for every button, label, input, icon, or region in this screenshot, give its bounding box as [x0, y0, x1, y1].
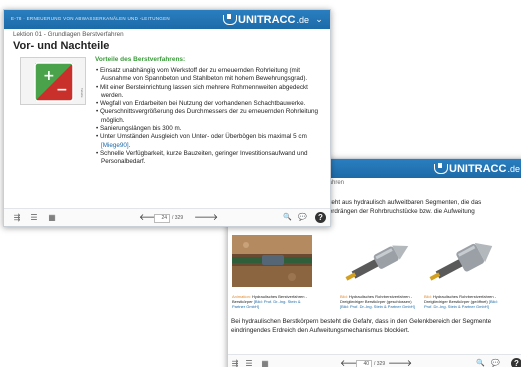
image-card-1[interactable]: Animation: Hydraulisches Berstverfahren …	[232, 235, 312, 309]
list-item: • Schnelle Verfügbarkeit, kurze Bauzeite…	[96, 149, 308, 166]
front-pager: 24 / 329	[154, 213, 183, 223]
chevron-down-icon[interactable]: ⌄	[314, 14, 324, 24]
grid-icon[interactable]: ▦	[260, 359, 270, 367]
image-card-2[interactable]: Bild: Hydraulisches Rohrberstverfahren -…	[340, 235, 420, 309]
svg-text:−: −	[56, 82, 68, 98]
list-item: • Querschnittsvergrößerung des Durchmess…	[96, 108, 319, 124]
image-3-caption-text: Hydraulisches Rohrberstverfahren - Dreig…	[424, 294, 497, 304]
list-item: • Mit einer Bersteinrichtung lassen sich…	[96, 83, 308, 99]
next-page-arrow[interactable]: 🡒	[388, 358, 412, 367]
front-footer: ⇶ ☰ ▦ 🡐 24 / 329 🡒 🔍 💬 ?	[4, 208, 330, 226]
front-header: E-78 · ERNEUERUNG VON ABWASSERKANÄLEN UN…	[4, 10, 330, 29]
next-page-arrow[interactable]: 🡒	[194, 212, 218, 223]
back-paragraph-2: Bei hydraulischen Berstkörpern besteht d…	[231, 318, 492, 334]
list-item: • Wegfall von Erdarbeiten bei Nutzung de…	[96, 100, 306, 108]
grid-icon[interactable]: ▦	[47, 213, 57, 223]
help-icon[interactable]: ?	[315, 212, 326, 223]
image-card-3[interactable]: Bild: Hydraulisches Rohrberstverfahren -…	[424, 235, 504, 309]
unitracc-logo-icon	[222, 14, 237, 25]
list-item: • Unter Umständen Ausgleich von Unter- o…	[96, 133, 307, 149]
front-logo-text: UNITRACC	[238, 13, 296, 26]
front-window: E-78 · ERNEUERUNG VON ABWASSERKANÄLEN UN…	[3, 9, 331, 227]
plus-minus-table-icon: + −	[34, 62, 74, 102]
search-icon[interactable]: 🔍	[475, 359, 486, 367]
section-heading: Vorteile des Berstverfahrens:	[95, 56, 186, 63]
page-title: Vor- und Nachteile	[13, 40, 110, 52]
back-footer: ⇶ ☰ ▦ 🡐 40 / 329 🡒 🔍 💬 ?	[228, 354, 521, 367]
back-logo-tld: .de	[507, 163, 520, 174]
page-total: / 329	[172, 215, 184, 221]
back-pager: 40 / 329	[356, 359, 385, 367]
search-icon[interactable]: 🔍	[282, 213, 293, 223]
list-item: • Einsatz unabhängig vom Werkstoff der z…	[96, 67, 308, 83]
comment-icon[interactable]: 💬	[490, 359, 501, 367]
bullet-text: Sanierungslängen bis 300 m.	[99, 125, 182, 133]
bullet-text: Wegfall von Erdarbeiten bei Nutzung der …	[99, 100, 306, 108]
list-icon[interactable]: ☰	[244, 359, 254, 367]
page-total: / 329	[374, 361, 386, 367]
advantages-list: • Einsatz unabhängig vom Werkstoff der z…	[95, 67, 325, 167]
unitracc-logo-icon	[433, 163, 448, 174]
bursting-head-open-image[interactable]	[424, 235, 504, 287]
pipe-animation-image[interactable]	[232, 235, 312, 287]
image-2-source-link[interactable]: [Bild: Prof. Dr.-Ing. Stein & Partner Gm…	[340, 304, 415, 309]
bullet-text: Querschnittsvergrößerung des Durchmesser…	[99, 108, 319, 124]
bursting-head-closed-image[interactable]	[340, 235, 420, 287]
back-logo-text: UNITRACC	[449, 162, 507, 175]
bullet-text: Mit einer Bersteinrichtung lassen sich m…	[99, 83, 308, 99]
page-number-input[interactable]: 24	[154, 213, 170, 223]
bullet-text: Unter Umständen Ausgleich von Unter- ode…	[99, 133, 307, 141]
page-number-input[interactable]: 40	[356, 359, 372, 367]
list-icon[interactable]: ☰	[29, 213, 39, 223]
image-2-caption-text: Hydraulisches Rohrberstverfahren - Dreig…	[340, 294, 413, 304]
back-logo[interactable]: UNITRACC .de	[433, 162, 520, 175]
image-2-caption: Bild: Hydraulisches Rohrberstverfahren -…	[340, 294, 420, 309]
svg-text:+: +	[43, 68, 55, 84]
image-3-caption: Bild: Hydraulisches Rohrberstverfahren -…	[424, 294, 504, 309]
image-1-caption: Animation: Hydraulisches Berstverfahren …	[232, 294, 312, 309]
front-logo-tld: .de	[296, 14, 309, 25]
help-icon[interactable]: ?	[511, 358, 521, 367]
lesson-label: Lektion 01 - Grundlagen Berstverfahren	[13, 31, 124, 38]
content-section: Vorteile des Berstverfahrens: • Einsatz …	[95, 56, 325, 167]
bullet-tail: .	[128, 141, 131, 149]
bullet-text: Einsatz unabhängig vom Werkstoff der zu …	[99, 67, 308, 83]
citation-link[interactable]: [Miege90]	[101, 142, 129, 149]
thumbnail-caption: Tabelle	[80, 88, 84, 98]
front-logo[interactable]: UNITRACC .de	[222, 13, 309, 26]
front-breadcrumb: E-78 · ERNEUERUNG VON ABWASSERKANÄLEN UN…	[11, 16, 170, 21]
outline-icon[interactable]: ⇶	[12, 213, 22, 223]
bullet-text: Schnelle Verfügbarkeit, kurze Bauzeiten,…	[99, 149, 308, 166]
comment-icon[interactable]: 💬	[297, 213, 308, 223]
outline-icon[interactable]: ⇶	[230, 359, 240, 367]
table-thumbnail[interactable]: + − Tabelle	[20, 57, 86, 105]
